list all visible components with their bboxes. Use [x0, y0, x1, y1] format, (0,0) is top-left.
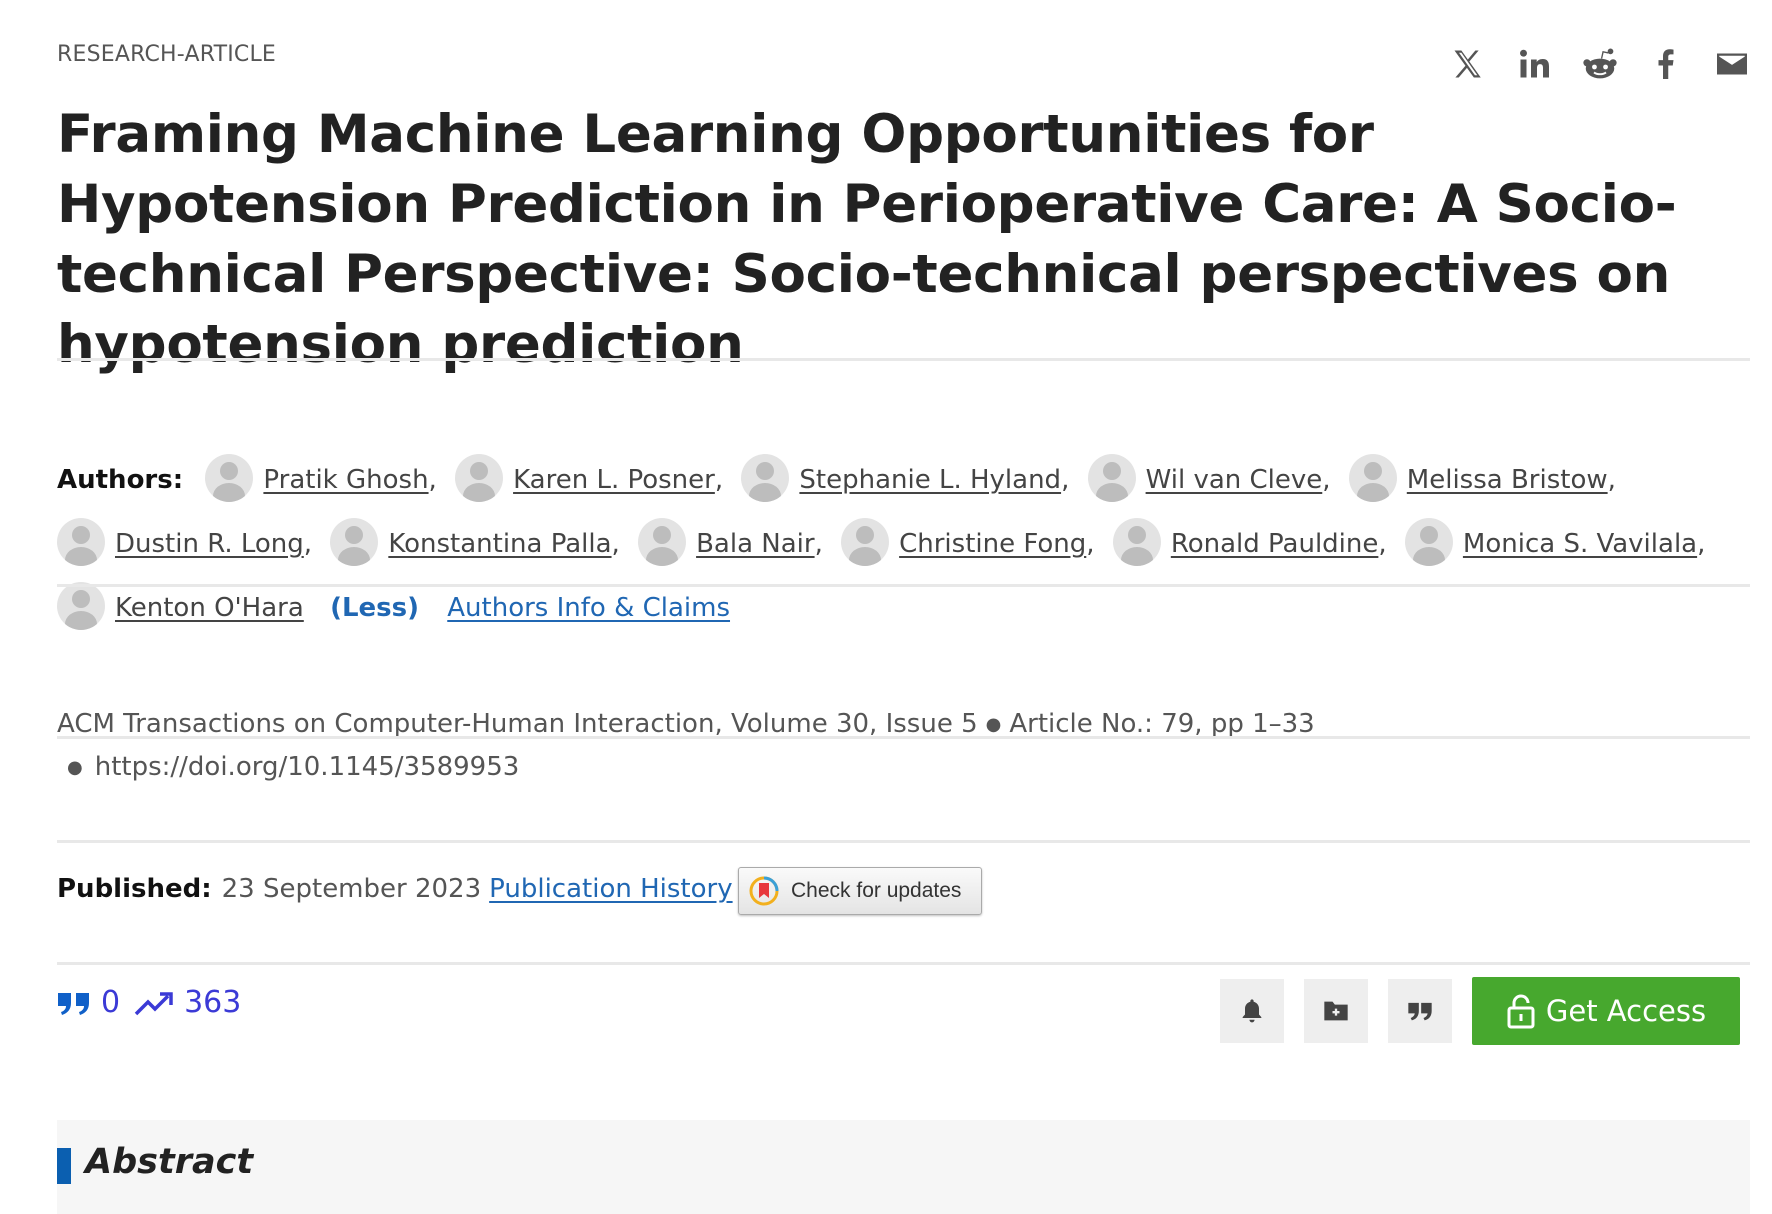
author-item: Melissa Bristow,	[1348, 448, 1626, 512]
article-type: RESEARCH-ARTICLE	[57, 42, 277, 67]
volume: Volume 30	[730, 709, 870, 739]
journal-name: ACM Transactions on Computer-Human Inter…	[57, 709, 715, 739]
author-link[interactable]: Christine Fong	[899, 529, 1086, 559]
avatar	[330, 517, 379, 566]
divider	[57, 962, 1750, 965]
authors-list: Authors: Pratik Ghosh, Karen L. Posner, …	[57, 448, 1750, 640]
share-bar	[1450, 44, 1750, 84]
divider	[57, 584, 1750, 587]
author-item: Bala Nair,	[638, 512, 833, 576]
download-count[interactable]: 363	[184, 985, 241, 1020]
facebook-icon[interactable]	[1648, 44, 1684, 84]
author-link[interactable]: Karen L. Posner	[513, 465, 715, 495]
author-item: Stephanie L. Hyland,	[741, 448, 1079, 512]
authors-info-link[interactable]: Authors Info & Claims	[447, 593, 730, 623]
avatar	[1404, 517, 1453, 566]
metrics-bar: 0 363	[57, 985, 255, 1020]
lock-icon	[1507, 994, 1535, 1029]
published-line: Published: 23 September 2023 Publication H…	[57, 874, 733, 904]
published-date: 23 September 2023	[221, 874, 482, 904]
avatar	[741, 453, 790, 502]
author-link[interactable]: Melissa Bristow	[1407, 465, 1608, 495]
get-access-button[interactable]: Get Access	[1472, 977, 1740, 1045]
author-link[interactable]: Pratik Ghosh	[263, 465, 428, 495]
check-updates-label: Check for updates	[791, 879, 962, 902]
check-for-updates-button[interactable]: Check for updates	[738, 867, 982, 915]
author-link[interactable]: Ronald Pauldine	[1171, 529, 1379, 559]
avatar	[1348, 453, 1397, 502]
published-label: Published:	[57, 874, 212, 904]
publication-history-link[interactable]: Publication History	[489, 874, 732, 904]
author-item: Wil van Cleve,	[1087, 448, 1341, 512]
avatar	[455, 453, 504, 502]
quote-citations-icon	[58, 992, 89, 1015]
pages: pp 1–33	[1210, 709, 1315, 739]
actions-bar: Get Access	[1220, 977, 1740, 1045]
citation-line: ACM Transactions on Computer-Human Inter…	[57, 709, 1315, 739]
trending-up-icon	[134, 991, 173, 1015]
author-link[interactable]: Stephanie L. Hyland	[799, 465, 1061, 495]
email-icon[interactable]	[1714, 44, 1750, 84]
authors-label: Authors:	[57, 465, 184, 495]
avatar	[205, 453, 254, 502]
avatar	[57, 517, 105, 566]
crossmark-icon	[749, 876, 779, 906]
author-item: Monica S. Vavilala,	[1404, 512, 1715, 576]
author-link[interactable]: Monica S. Vavilala	[1463, 529, 1697, 559]
citation-count[interactable]: 0	[101, 985, 120, 1020]
bell-icon[interactable]	[1220, 979, 1284, 1043]
quote-icon[interactable]	[1388, 979, 1452, 1043]
author-item: Pratik Ghosh,	[205, 448, 446, 512]
linkedin-icon[interactable]	[1516, 44, 1552, 84]
avatar	[638, 517, 687, 566]
issue: Issue 5	[885, 709, 978, 739]
author-link[interactable]: Kenton O'Hara	[115, 593, 304, 623]
less-toggle[interactable]: (Less)	[330, 593, 419, 623]
folder-add-icon[interactable]	[1304, 979, 1368, 1043]
avatar	[1087, 453, 1136, 502]
author-item: Karen L. Posner,	[455, 448, 733, 512]
doi-line: ● https://doi.org/10.1145/3589953	[67, 752, 520, 782]
author-link[interactable]: Wil van Cleve	[1146, 465, 1323, 495]
author-item: Ronald Pauldine,	[1112, 512, 1397, 576]
article-title: Framing Machine Learning Opportunities f…	[57, 104, 1677, 375]
avatar	[57, 581, 105, 630]
article-number: Article No.: 79	[1009, 709, 1195, 739]
abstract-accent-bar	[57, 1148, 71, 1184]
avatar	[841, 517, 890, 566]
divider	[57, 840, 1750, 843]
author-link[interactable]: Dustin R. Long	[115, 529, 304, 559]
divider	[57, 358, 1750, 361]
author-item: Konstantina Palla,	[330, 512, 629, 576]
abstract-heading: Abstract	[85, 1142, 254, 1182]
author-item: Dustin R. Long,	[57, 512, 322, 576]
avatar	[1112, 517, 1161, 566]
divider	[57, 736, 1750, 739]
doi[interactable]: https://doi.org/10.1145/3589953	[95, 752, 520, 782]
x-icon[interactable]	[1450, 44, 1486, 84]
author-link[interactable]: Bala Nair	[696, 529, 815, 559]
get-access-label: Get Access	[1545, 994, 1707, 1028]
author-item: Christine Fong,	[841, 512, 1104, 576]
author-link[interactable]: Konstantina Palla	[388, 529, 611, 559]
abstract-section: Abstract	[57, 1120, 1750, 1214]
reddit-icon[interactable]	[1582, 44, 1618, 84]
